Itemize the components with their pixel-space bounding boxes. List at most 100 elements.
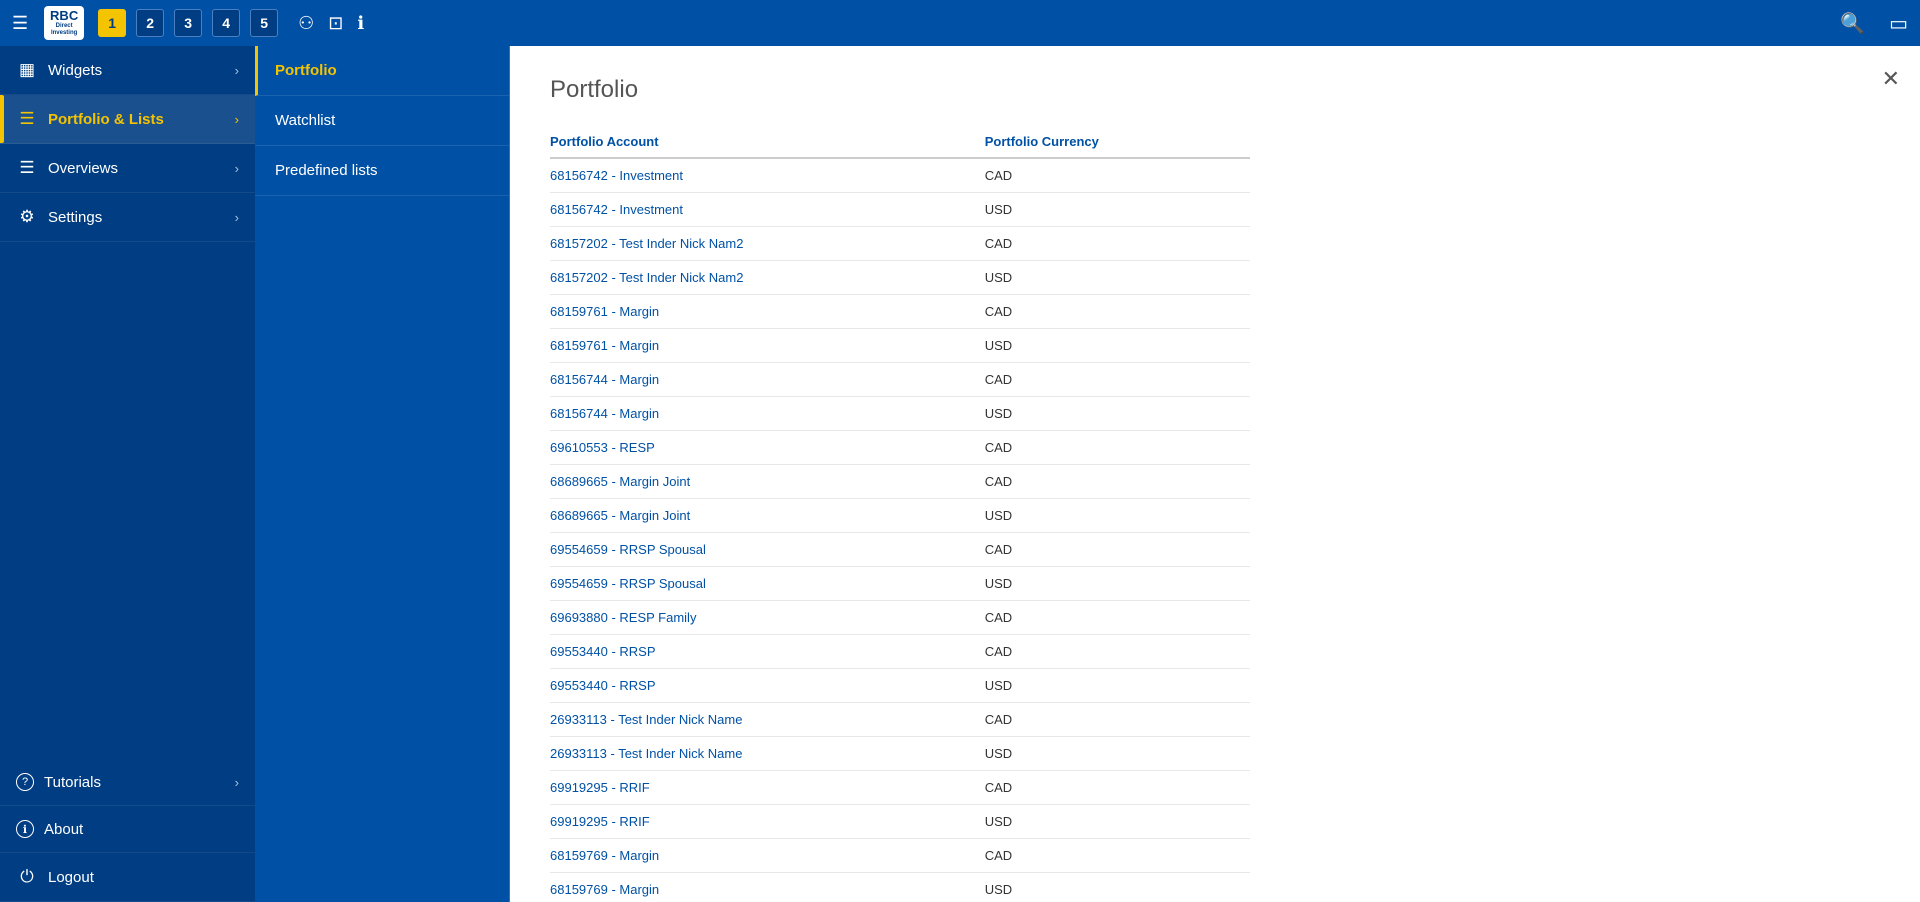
account-link[interactable]: 68159769 - Margin (550, 873, 985, 902)
table-row: 69919295 - RRIFUSD (550, 805, 1250, 839)
account-link[interactable]: 68159761 - Margin (550, 295, 985, 329)
topbar: ☰ RBC DirectInvesting 1 2 3 4 5 ⚇ ⊡ ℹ 🔍 … (0, 0, 1920, 46)
tab-4[interactable]: 4 (212, 9, 240, 37)
account-link[interactable]: 68159761 - Margin (550, 329, 985, 363)
currency-cell: CAD (985, 158, 1250, 193)
currency-cell: CAD (985, 771, 1250, 805)
table-row: 68157202 - Test Inder Nick Nam2CAD (550, 227, 1250, 261)
account-link[interactable]: 26933113 - Test Inder Nick Name (550, 737, 985, 771)
close-button[interactable]: ✕ (1882, 66, 1900, 92)
currency-cell: USD (985, 805, 1250, 839)
currency-cell: USD (985, 499, 1250, 533)
logo-rbc-text: RBC (50, 9, 78, 23)
table-row: 69919295 - RRIFCAD (550, 771, 1250, 805)
tutorials-icon: ? (16, 773, 34, 791)
table-body: 68156742 - InvestmentCAD68156742 - Inves… (550, 158, 1250, 902)
account-link[interactable]: 69919295 - RRIF (550, 771, 985, 805)
account-link[interactable]: 69553440 - RRSP (550, 635, 985, 669)
account-link[interactable]: 68689665 - Margin Joint (550, 465, 985, 499)
sidebar-item-logout[interactable]: ⏻ Logout (0, 853, 255, 902)
account-link[interactable]: 69693880 - RESP Family (550, 601, 985, 635)
account-link[interactable]: 69553440 - RRSP (550, 669, 985, 703)
second-panel-watchlist-label: Watchlist (275, 112, 335, 129)
sidebar-label-tutorials: Tutorials (44, 774, 235, 791)
account-link[interactable]: 68157202 - Test Inder Nick Nam2 (550, 261, 985, 295)
currency-cell: CAD (985, 635, 1250, 669)
account-link[interactable]: 68156744 - Margin (550, 397, 985, 431)
currency-cell: USD (985, 397, 1250, 431)
currency-cell: USD (985, 737, 1250, 771)
currency-cell: CAD (985, 703, 1250, 737)
second-panel-portfolio[interactable]: Portfolio (255, 46, 509, 96)
tab-3[interactable]: 3 (174, 9, 202, 37)
second-panel-predefined-lists[interactable]: Predefined lists (255, 146, 509, 196)
account-link[interactable]: 26933113 - Test Inder Nick Name (550, 703, 985, 737)
account-link[interactable]: 68156742 - Investment (550, 158, 985, 193)
table-row: 26933113 - Test Inder Nick NameCAD (550, 703, 1250, 737)
portfolio-lists-icon: ☰ (16, 109, 38, 129)
main-content: ✕ Portfolio Portfolio Account Portfolio … (510, 46, 1920, 902)
table-row: 69554659 - RRSP SpousalCAD (550, 533, 1250, 567)
logo-subtitle: DirectInvesting (50, 23, 78, 37)
frame-icon[interactable]: ⊡ (328, 13, 343, 34)
account-link[interactable]: 68156744 - Margin (550, 363, 985, 397)
table-row: 69693880 - RESP FamilyCAD (550, 601, 1250, 635)
overviews-arrow-icon: › (235, 161, 239, 176)
sidebar-item-settings[interactable]: ⚙ Settings › (0, 193, 255, 242)
sidebar-label-settings: Settings (48, 209, 235, 226)
main-layout: ▦ Widgets › ☰ Portfolio & Lists › ☰ Over… (0, 46, 1920, 902)
sidebar-item-portfolio-lists[interactable]: ☰ Portfolio & Lists › (0, 95, 255, 144)
account-link[interactable]: 69554659 - RRSP Spousal (550, 567, 985, 601)
sidebar-label-overviews: Overviews (48, 160, 235, 177)
settings-arrow-icon: › (235, 210, 239, 225)
table-row: 68159761 - MarginUSD (550, 329, 1250, 363)
account-link[interactable]: 68159769 - Margin (550, 839, 985, 873)
page-title: Portfolio (550, 76, 1880, 104)
hamburger-icon[interactable]: ☰ (12, 13, 28, 34)
currency-cell: USD (985, 261, 1250, 295)
account-link[interactable]: 69919295 - RRIF (550, 805, 985, 839)
window-icon[interactable]: ▭ (1889, 11, 1908, 36)
account-link[interactable]: 69554659 - RRSP Spousal (550, 533, 985, 567)
currency-cell: CAD (985, 533, 1250, 567)
table-row: 69554659 - RRSP SpousalUSD (550, 567, 1250, 601)
second-panel-predefined-lists-label: Predefined lists (275, 162, 378, 179)
currency-cell: USD (985, 329, 1250, 363)
currency-cell: CAD (985, 601, 1250, 635)
sidebar-item-overviews[interactable]: ☰ Overviews › (0, 144, 255, 193)
portfolio-lists-arrow-icon: › (235, 112, 239, 127)
table-row: 68156744 - MarginCAD (550, 363, 1250, 397)
sidebar-label-about: About (44, 821, 239, 838)
topbar-right: 🔍 ▭ (1836, 11, 1908, 36)
account-link[interactable]: 68157202 - Test Inder Nick Nam2 (550, 227, 985, 261)
table-row: 68159769 - MarginUSD (550, 873, 1250, 902)
account-link[interactable]: 69610553 - RESP (550, 431, 985, 465)
second-panel-portfolio-label: Portfolio (275, 62, 337, 79)
merge-icon[interactable]: ⚇ (298, 13, 314, 34)
about-icon: ℹ (16, 820, 34, 838)
widgets-arrow-icon: › (235, 63, 239, 78)
info-icon[interactable]: ℹ (357, 13, 364, 34)
currency-cell: USD (985, 567, 1250, 601)
col-header-account: Portfolio Account (550, 128, 985, 158)
currency-cell: USD (985, 193, 1250, 227)
rbc-logo: RBC DirectInvesting (44, 6, 84, 40)
tab-2[interactable]: 2 (136, 9, 164, 37)
sidebar: ▦ Widgets › ☰ Portfolio & Lists › ☰ Over… (0, 46, 255, 902)
sidebar-item-tutorials[interactable]: ? Tutorials › (0, 759, 255, 806)
sidebar-item-widgets[interactable]: ▦ Widgets › (0, 46, 255, 95)
currency-cell: USD (985, 669, 1250, 703)
tab-5[interactable]: 5 (250, 9, 278, 37)
second-panel-watchlist[interactable]: Watchlist (255, 96, 509, 146)
table-row: 69553440 - RRSPCAD (550, 635, 1250, 669)
sidebar-label-widgets: Widgets (48, 62, 235, 79)
portfolio-table: Portfolio Account Portfolio Currency 681… (550, 128, 1250, 902)
sidebar-item-about[interactable]: ℹ About (0, 806, 255, 853)
search-icon[interactable]: 🔍 (1840, 11, 1865, 36)
table-row: 68159769 - MarginCAD (550, 839, 1250, 873)
sidebar-label-portfolio-lists: Portfolio & Lists (48, 111, 235, 128)
tab-1[interactable]: 1 (98, 9, 126, 37)
account-link[interactable]: 68689665 - Margin Joint (550, 499, 985, 533)
account-link[interactable]: 68156742 - Investment (550, 193, 985, 227)
overviews-icon: ☰ (16, 158, 38, 178)
